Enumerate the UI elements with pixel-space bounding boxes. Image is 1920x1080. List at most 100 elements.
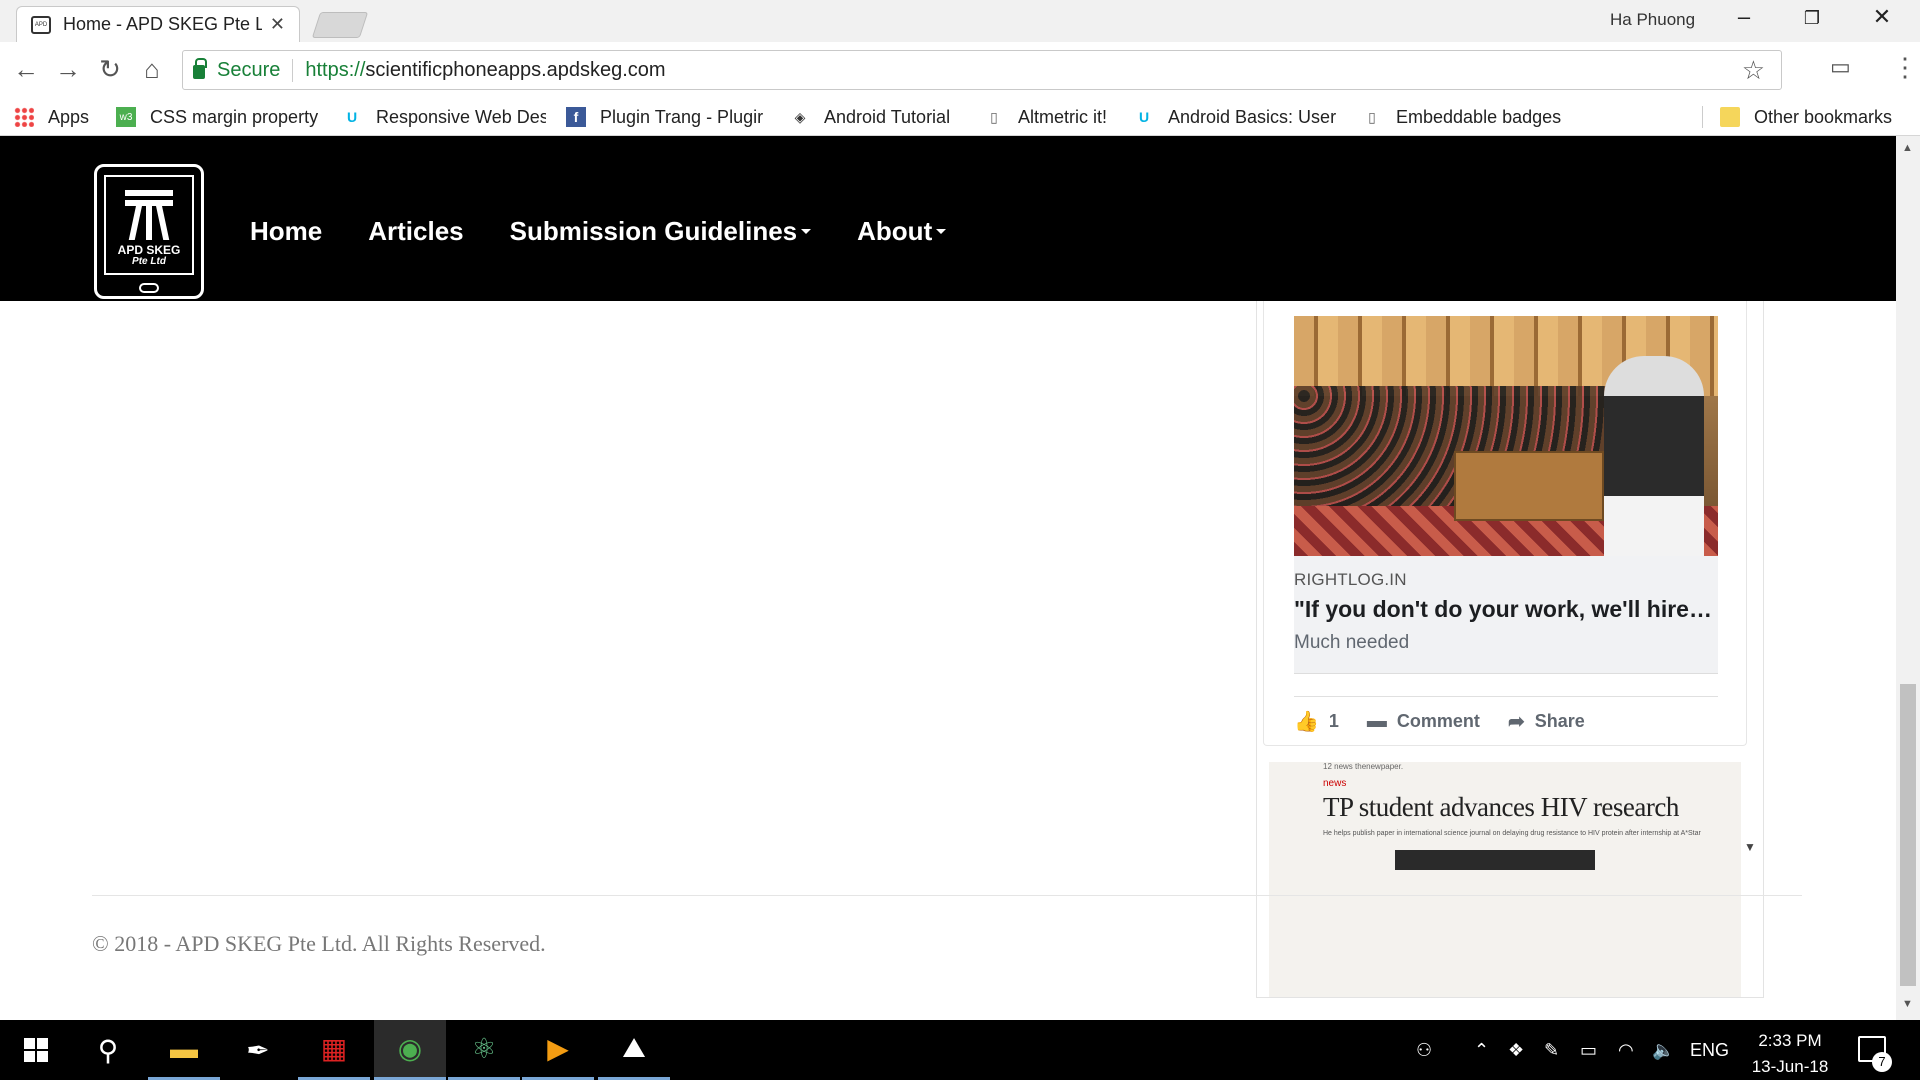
show-hidden-icons[interactable]: ⌃ [1474,1020,1489,1080]
news-masthead: 12 news thenewpaper. [1323,762,1404,771]
nav-submission-guidelines[interactable]: Submission Guidelines [510,216,812,247]
taskbar-pen-app[interactable]: ✒ [222,1020,294,1080]
language-indicator[interactable]: ENG [1690,1020,1729,1080]
atom-icon: ⚛ [471,1033,497,1064]
bookmark-label: Responsive Web Des [376,106,546,127]
taskbar-atom[interactable]: ⚛ [448,1020,520,1080]
bookmark-android-tutorial[interactable]: ◈ Android Tutorial [790,104,950,130]
wifi-icon[interactable]: ◠ [1618,1020,1634,1080]
logo-text: APD SKEG [117,243,181,257]
nav-label: About [857,216,933,246]
url-scheme: https:// [305,58,366,81]
share-label: Share [1534,711,1585,731]
page-icon: ▯ [1368,108,1376,125]
search-icon: ⚲ [97,1034,119,1066]
close-window-icon[interactable]: ✕ [1862,4,1902,30]
logo-home-button-icon [139,283,159,293]
home-icon[interactable]: ⌂ [136,54,168,85]
bookmark-altmetric[interactable]: ▯ Altmetric it! [984,104,1107,130]
like-count: 1 [1328,711,1339,731]
search-button[interactable]: ⚲ [72,1020,144,1080]
page-scrollbar[interactable]: ▲ ▼ [1896,136,1920,1020]
page-icon: ▯ [990,108,998,125]
browser-tab[interactable]: APD Home - APD SKEG Pte Ltd ✕ [16,6,300,42]
menu-icon[interactable]: ⋮ [1892,52,1918,83]
udacity-icon: U [1138,109,1150,125]
restore-icon[interactable]: ❐ [1792,8,1832,29]
news-clipping-image[interactable]: 12 news thenewpaper. news TP student adv… [1269,762,1741,997]
bookmark-label: Apps [48,106,90,127]
battery-icon[interactable]: ▭ [1580,1020,1597,1080]
news-photo [1395,850,1595,870]
link-preview[interactable]: RIGHTLOG.IN "If you don't do your work, … [1294,316,1718,674]
minimize-icon[interactable]: – [1724,4,1764,30]
nav-home[interactable]: Home [250,216,322,247]
bookmark-responsive-web[interactable]: U Responsive Web Des [342,104,546,130]
people-icon[interactable]: ⚇ [1416,1020,1432,1080]
cast-icon[interactable]: ▭ [1830,54,1851,80]
taskbar-chrome[interactable]: ◉ [374,1020,446,1080]
taskbar-dictionary-app[interactable]: ▦ [298,1020,370,1080]
play-icon: ▶ [547,1033,569,1064]
profile-name[interactable]: Ha Phuong [1610,10,1695,30]
dropbox-icon[interactable]: ❖ [1508,1020,1524,1080]
forward-icon[interactable]: → [52,54,84,85]
bookmarks-bar: Apps w3 CSS margin property U Responsive… [0,98,1920,136]
notification-badge: 7 [1872,1052,1892,1072]
link-preview-image [1294,316,1718,556]
nav-articles[interactable]: Articles [368,216,463,247]
pen-tray-icon[interactable]: ✎ [1544,1020,1559,1080]
bookmark-css-margin[interactable]: w3 CSS margin property [116,104,318,130]
post-divider [1294,696,1718,697]
site-header: APD SKEG Pte Ltd Home Articles Submissio… [0,136,1896,301]
system-clock[interactable]: 2:33 PM 13-Jun-18 [1740,1028,1840,1080]
taskbar-media-player[interactable]: ▶ [522,1020,594,1080]
windows-logo-icon [24,1038,48,1062]
site-favicon-icon: APD [31,15,51,34]
comment-button[interactable]: ▬ Comment [1367,710,1480,733]
other-bookmarks[interactable]: Other bookmarks [1720,104,1892,130]
reload-icon[interactable]: ↻ [94,54,126,85]
volume-icon[interactable]: 🔈 [1652,1020,1674,1080]
scrollbar-thumb[interactable] [1900,684,1916,986]
start-button[interactable] [0,1020,72,1080]
link-description: Much needed [1294,632,1410,653]
nav-about[interactable]: About [857,216,947,247]
thumbs-up-icon: 👍 [1294,711,1319,733]
chrome-icon: ◉ [397,1033,423,1064]
scroll-down-icon[interactable]: ▼ [1902,998,1913,1010]
link-title[interactable]: "If you don't do your work, we'll hire s… [1294,596,1718,623]
back-icon[interactable]: ← [10,54,42,85]
close-tab-icon[interactable]: ✕ [270,14,285,35]
photos-icon: ⛰ [622,1032,646,1063]
bookmark-label: Altmetric it! [1018,106,1108,127]
scroll-up-icon[interactable]: ▲ [1902,142,1913,154]
address-bar[interactable]: Secure https:// scientificphoneapps.apds… [182,50,1782,90]
bookmark-plugin-trang[interactable]: f Plugin Trang - Plugir [566,104,772,130]
news-tag: news [1323,778,1347,789]
facebook-embed-panel[interactable]: RIGHTLOG.IN "If you don't do your work, … [1256,301,1764,998]
bookmark-label: Android Tutorial [824,106,951,127]
caret-down-icon [936,229,947,234]
share-arrow-icon: ➦ [1507,711,1525,733]
bookmark-star-icon[interactable]: ☆ [1742,55,1765,86]
folder-icon [1720,107,1740,127]
bookmark-embeddable-badges[interactable]: ▯ Embeddable badges [1362,104,1566,130]
nav-label: Home [250,216,323,246]
taskbar-photos[interactable]: ⛰ [598,1020,670,1080]
link-source: RIGHTLOG.IN [1294,570,1407,589]
share-button[interactable]: ➦ Share [1508,709,1585,734]
folder-icon: ▬ [170,1032,198,1064]
bookmark-apps[interactable]: Apps [14,104,89,130]
nav-label: Articles [368,216,464,246]
clock-time: 2:33 PM [1758,1031,1822,1050]
url-host: scientificphoneapps.apdskeg.com [365,58,666,81]
feather-icon: ✒ [246,1034,270,1066]
site-logo[interactable]: APD SKEG Pte Ltd [94,164,204,299]
taskbar-file-explorer[interactable]: ▬ [148,1020,220,1080]
new-tab-button[interactable] [311,12,369,38]
bookmark-label: CSS margin property [150,106,319,127]
bookmark-android-basics[interactable]: U Android Basics: User [1134,104,1338,130]
like-button[interactable]: 👍 1 [1294,709,1339,734]
embed-scroll-down-icon[interactable]: ▼ [1744,840,1756,854]
